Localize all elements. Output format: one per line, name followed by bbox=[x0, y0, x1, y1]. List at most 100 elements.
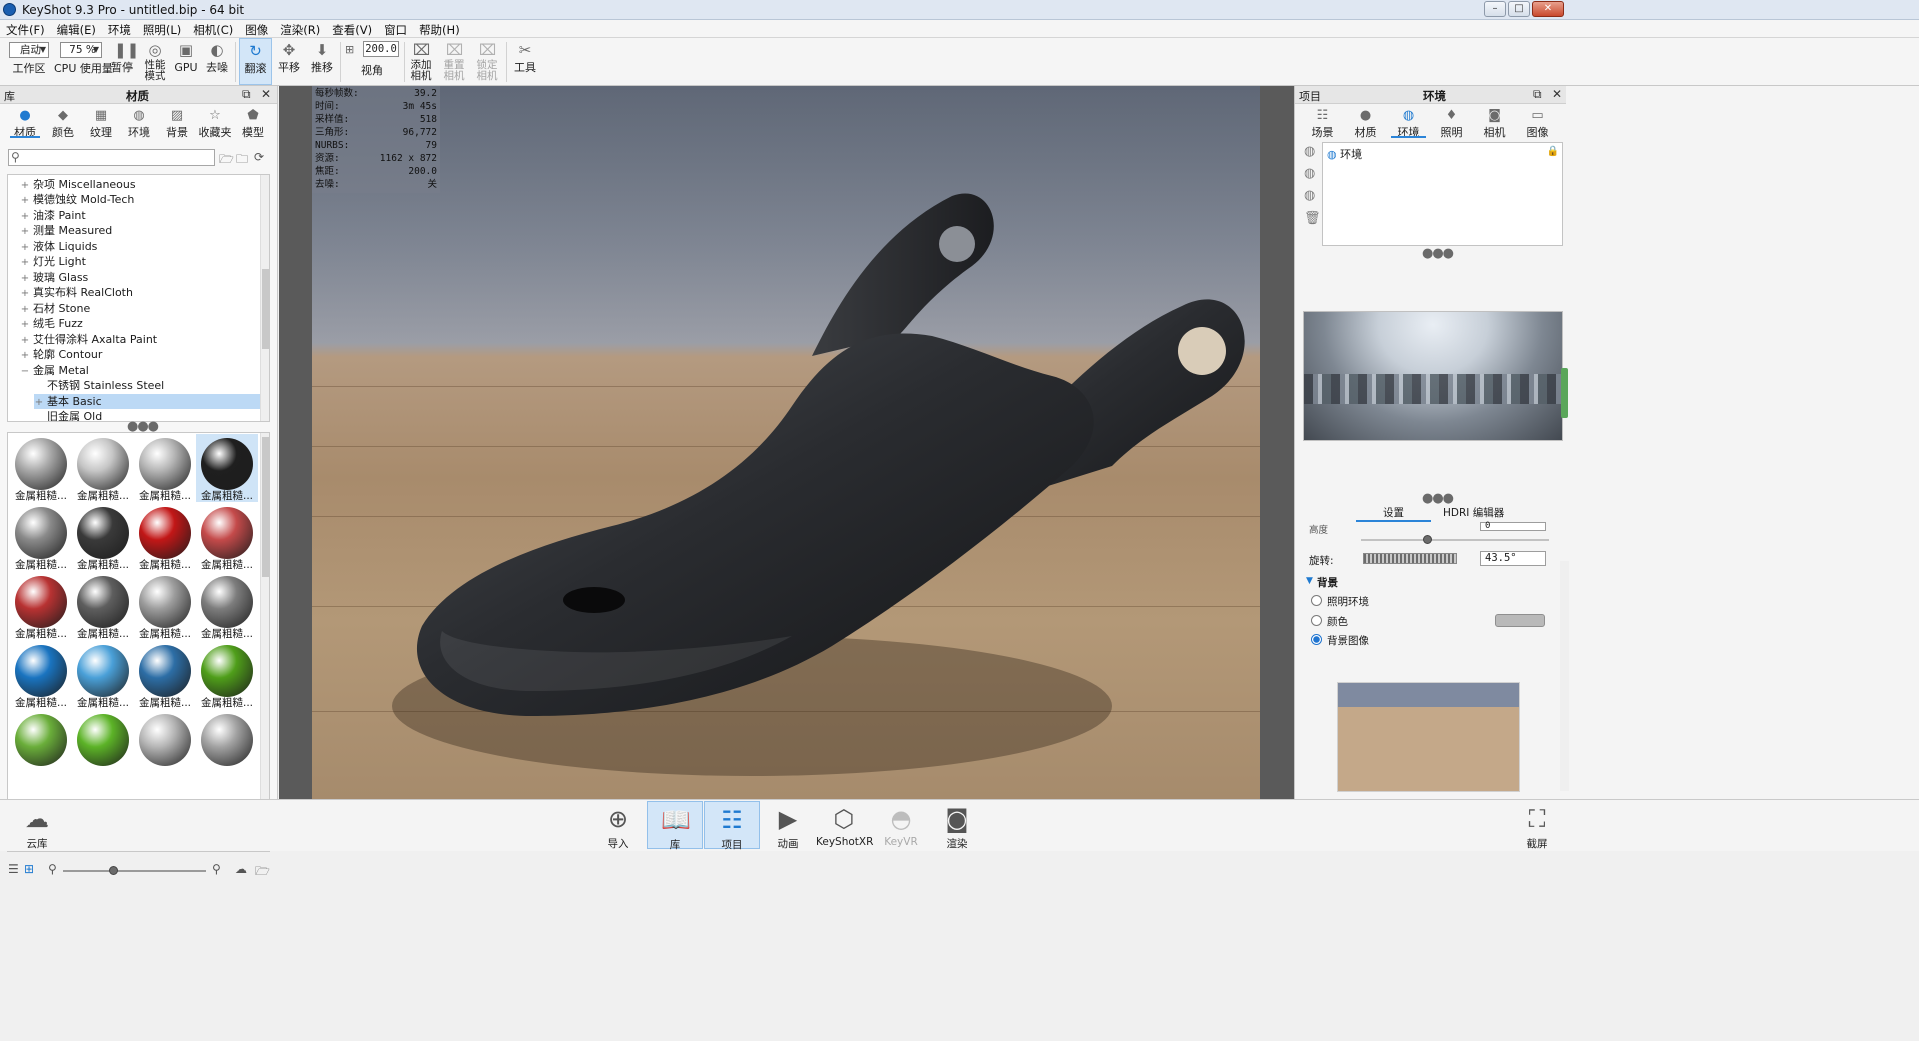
material-thumbnail[interactable]: 金属粗糙... bbox=[72, 434, 134, 502]
list-view-icon[interactable]: ☰ bbox=[8, 862, 19, 876]
gpu-button[interactable]: ▣ GPU bbox=[172, 38, 200, 85]
menu-lighting[interactable]: 照明(L) bbox=[137, 20, 187, 37]
tree-item[interactable]: 不锈钢 Stainless Steel bbox=[34, 378, 164, 393]
tab-scene[interactable]: ☷ 场景 bbox=[1301, 106, 1344, 140]
thumbnail-scrollbar[interactable] bbox=[260, 433, 269, 851]
project-toggle-button[interactable]: ☷ 项目 bbox=[704, 801, 760, 851]
slider-knob[interactable] bbox=[1423, 535, 1432, 544]
tree-item[interactable]: + 杂项 Miscellaneous bbox=[20, 177, 136, 192]
height-slider[interactable] bbox=[1361, 539, 1549, 541]
material-thumbnail[interactable]: 金属粗糙... bbox=[10, 434, 72, 502]
performance-mode-button[interactable]: ◎ 性能 模式 bbox=[140, 38, 170, 85]
minimize-button[interactable]: – bbox=[1484, 1, 1506, 17]
hdri-preview-image[interactable] bbox=[1303, 311, 1563, 441]
expand-icon[interactable]: + bbox=[20, 240, 30, 255]
subtab-hdri-editor[interactable]: HDRI 编辑器 bbox=[1443, 505, 1504, 520]
background-image-preview[interactable] bbox=[1337, 682, 1520, 792]
slider-knob[interactable] bbox=[109, 866, 118, 875]
tab-materials[interactable]: ● 材质 bbox=[6, 106, 44, 139]
tree-item[interactable]: + 液体 Liquids bbox=[20, 239, 98, 255]
menu-view[interactable]: 查看(V) bbox=[326, 20, 378, 37]
radio-color[interactable] bbox=[1311, 615, 1322, 626]
material-thumbnail[interactable]: 金属粗糙... bbox=[10, 572, 72, 640]
tree-item[interactable]: + 玻璃 Glass bbox=[20, 270, 88, 285]
chevron-down-icon[interactable]: ▼ bbox=[1306, 576, 1313, 586]
workspace-select[interactable]: 启动 ▼ bbox=[9, 42, 49, 58]
save-environment-icon[interactable]: ◍ bbox=[1304, 188, 1315, 203]
close-button[interactable]: ✕ bbox=[1532, 1, 1564, 17]
library-toggle-button[interactable]: 📖 库 bbox=[647, 801, 703, 851]
lock-camera-button[interactable]: ⌧ 锁定 相机 bbox=[472, 38, 502, 85]
float-panel-icon[interactable]: ⧉ bbox=[1533, 87, 1542, 102]
expand-icon[interactable]: + bbox=[20, 317, 30, 332]
keyshotxr-button[interactable]: ⬡ KeyShotXR bbox=[816, 801, 873, 849]
tab-environment[interactable]: ◍ 环境 bbox=[1387, 106, 1430, 139]
folder-add-icon[interactable]: 🗀 bbox=[236, 150, 248, 171]
expand-icon[interactable]: + bbox=[20, 302, 30, 317]
tab-material[interactable]: ● 材质 bbox=[1344, 106, 1387, 140]
rotation-input[interactable]: 43.5° bbox=[1480, 551, 1546, 566]
material-thumbnail[interactable]: 金属粗糙... bbox=[196, 641, 258, 709]
tools-button[interactable]: ✂ 工具 bbox=[510, 38, 540, 85]
subtab-settings[interactable]: 设置 bbox=[1356, 505, 1431, 522]
tab-lighting[interactable]: ♦ 照明 bbox=[1430, 106, 1473, 140]
tree-item[interactable]: + 真实布料 RealCloth bbox=[20, 285, 133, 300]
menu-render[interactable]: 渲染(R) bbox=[274, 20, 326, 37]
tree-item[interactable]: + 模德蚀纹 Mold-Tech bbox=[20, 192, 135, 207]
cloud-library-button[interactable]: ☁ 云库 bbox=[9, 801, 65, 850]
radio-lighting-environment[interactable] bbox=[1311, 595, 1322, 606]
tree-item[interactable]: + 测量 Measured bbox=[20, 223, 112, 238]
zoom-in-icon[interactable]: ⚲ bbox=[212, 862, 221, 876]
tree-item[interactable]: + 石材 Stone bbox=[20, 301, 90, 316]
maximize-button[interactable]: □ bbox=[1508, 1, 1530, 17]
tab-models[interactable]: ⬟ 模型 bbox=[234, 106, 272, 140]
menu-help[interactable]: 帮助(H) bbox=[413, 20, 466, 37]
tab-backplates[interactable]: ▨ 背景 bbox=[158, 106, 196, 140]
screenshot-button[interactable]: ⛶ 截屏 bbox=[1509, 801, 1565, 850]
close-panel-icon[interactable]: ✕ bbox=[261, 87, 271, 101]
folder-open-icon[interactable]: 🗁 bbox=[219, 150, 234, 171]
close-panel-icon[interactable]: ✕ bbox=[1552, 87, 1562, 101]
tree-item[interactable]: + 艾仕得涂料 Axalta Paint bbox=[20, 332, 157, 347]
tree-item-selected[interactable]: + 基本 Basic bbox=[34, 394, 261, 409]
expand-icon[interactable]: + bbox=[20, 333, 30, 348]
lock-icon[interactable]: 🔒 bbox=[1547, 146, 1559, 157]
animation-button[interactable]: ▶ 动画 bbox=[760, 801, 816, 850]
tumble-button[interactable]: ↻ 翻滚 bbox=[239, 38, 272, 85]
menu-environment[interactable]: 环境 bbox=[102, 20, 137, 37]
add-camera-button[interactable]: ⌧ 添加 相机 bbox=[406, 38, 436, 85]
material-thumbnail[interactable]: 金属粗糙... bbox=[196, 503, 258, 571]
scrollbar-thumb[interactable] bbox=[262, 437, 269, 577]
duplicate-environment-icon[interactable]: ◍ bbox=[1304, 166, 1315, 181]
tree-item[interactable]: + 油漆 Paint bbox=[20, 208, 86, 223]
material-thumbnail[interactable]: 金属粗糙... bbox=[10, 503, 72, 571]
material-thumbnail[interactable]: 金属粗糙... bbox=[134, 641, 196, 709]
settings-scrollbar[interactable] bbox=[1560, 561, 1569, 791]
bracket-model[interactable] bbox=[312, 86, 1260, 799]
expand-icon[interactable]: + bbox=[20, 178, 30, 193]
material-thumbnail[interactable] bbox=[10, 710, 72, 778]
tab-favorites[interactable]: ☆ 收藏夹 bbox=[196, 106, 234, 140]
splitter-handle-icon[interactable]: ●●● bbox=[1422, 491, 1454, 506]
fov-input[interactable]: 200.0 bbox=[363, 41, 399, 57]
material-thumbnail[interactable] bbox=[134, 710, 196, 778]
expand-icon[interactable]: + bbox=[20, 271, 30, 286]
realtime-render-image[interactable]: 每秒帧数: 39.2 时间: 3m 45s 采样值: 518 三角形: 96,772 N… bbox=[312, 86, 1260, 799]
tab-image[interactable]: ▭ 图像 bbox=[1516, 106, 1559, 140]
menu-file[interactable]: 文件(F) bbox=[0, 20, 51, 37]
menu-image[interactable]: 图像 bbox=[239, 20, 274, 37]
expand-icon[interactable]: + bbox=[20, 348, 30, 363]
folder-import-icon[interactable]: 🗁 bbox=[255, 862, 270, 883]
import-button[interactable]: ⊕ 导入 bbox=[590, 801, 646, 850]
tree-item[interactable]: 旧金属 Old bbox=[34, 409, 102, 421]
dolly-button[interactable]: ⬇ 推移 bbox=[307, 38, 337, 85]
thumbnail-size-slider[interactable] bbox=[63, 870, 206, 872]
tab-textures[interactable]: ▦ 纹理 bbox=[82, 106, 120, 140]
cloud-upload-icon[interactable]: ☁ bbox=[235, 862, 247, 876]
refresh-icon[interactable]: ⟳ bbox=[254, 150, 264, 164]
splitter-handle-icon[interactable]: ●●● bbox=[1422, 246, 1454, 261]
rotation-dial[interactable] bbox=[1363, 553, 1457, 564]
tree-item[interactable]: + 轮廓 Contour bbox=[20, 347, 103, 363]
reset-camera-button[interactable]: ⌧ 重置 相机 bbox=[439, 38, 469, 85]
material-thumbnail[interactable]: 金属粗糙... bbox=[72, 641, 134, 709]
